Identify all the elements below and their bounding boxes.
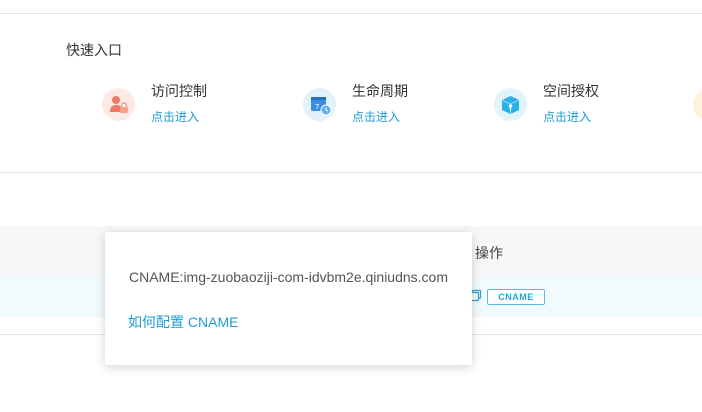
- partial-quick-entry-icon: [693, 88, 702, 121]
- quick-entry-enter-link[interactable]: 点击进入: [151, 108, 199, 125]
- quick-entry-access-control[interactable]: 访问控制 点击进入: [102, 78, 282, 130]
- svg-text:7: 7: [315, 103, 319, 111]
- box-key-icon: [494, 88, 527, 121]
- section-divider: [0, 172, 702, 173]
- cname-value: CNAME:img-zuobaoziji-com-idvbm2e.qiniudn…: [129, 269, 448, 285]
- quick-entry-enter-link[interactable]: 点击进入: [543, 108, 591, 125]
- quick-entry-label: 生命周期: [352, 83, 408, 99]
- quick-entry-title: 快速入口: [66, 42, 122, 58]
- how-to-configure-cname-link[interactable]: 如何配置 CNAME: [128, 312, 238, 332]
- quick-entry-label: 访问控制: [151, 83, 207, 99]
- quick-entry-enter-link[interactable]: 点击进入: [352, 108, 400, 125]
- top-divider: [0, 13, 702, 14]
- operation-column-header: 操作: [475, 245, 503, 261]
- quick-entry-label: 空间授权: [543, 83, 599, 99]
- user-lock-icon: [102, 88, 135, 121]
- quick-entry-lifecycle[interactable]: 7 生命周期 点击进入: [303, 78, 483, 130]
- cname-popover: CNAME:img-zuobaoziji-com-idvbm2e.qiniudn…: [105, 232, 472, 365]
- calendar-clock-icon: 7: [303, 88, 336, 121]
- cname-button[interactable]: CNAME: [487, 289, 545, 305]
- quick-entry-space-authorization[interactable]: 空间授权 点击进入: [494, 78, 674, 130]
